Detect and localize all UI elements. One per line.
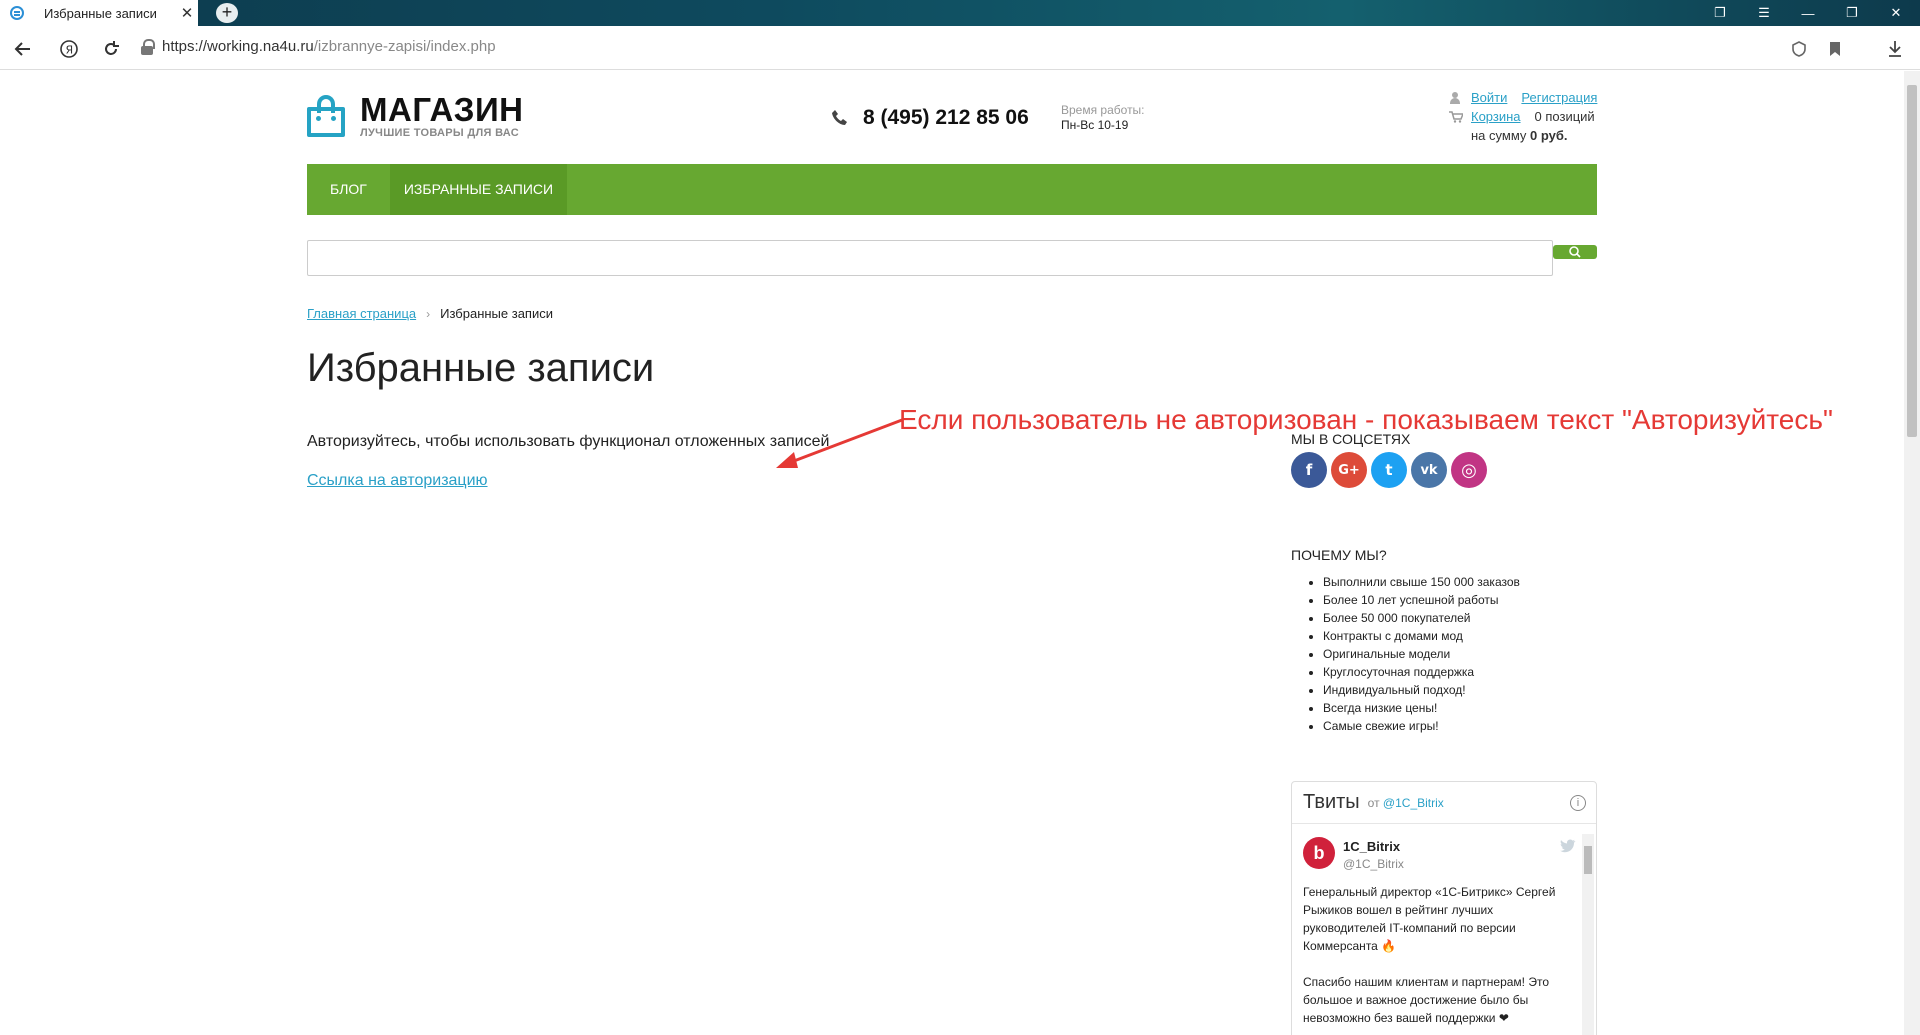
cart-count: 0 позиций [1534,109,1595,124]
facebook-icon[interactable]: f [1291,452,1327,488]
hours-label: Время работы: [1061,103,1145,117]
tweet-paragraph: Генеральный директор «1С-Битрикс» Сергей… [1303,885,1556,953]
lock-icon [140,38,155,55]
list-item: Всегда низкие цены! [1323,699,1597,717]
search-button[interactable] [1553,245,1597,259]
logo-name: МАГАЗИН [360,91,524,128]
auth-notice: Авторизуйтесь, чтобы использовать функци… [307,433,830,450]
search-input[interactable] [307,240,1553,276]
tabs-list-icon[interactable]: ❐ [1698,0,1742,26]
download-icon[interactable] [1882,36,1908,62]
breadcrumb: Главная страница › Избранные записи [307,306,553,321]
why-heading: Почему мы? [1291,547,1387,563]
twitter-widget: Твиты от @1C_Bitrix i b 1C_Bitrix @1C_Bi… [1291,781,1597,1035]
restore-icon[interactable]: ❐ [1830,0,1874,26]
main-menu: Блог Избранные записи [307,164,1597,215]
breadcrumb-separator-icon: › [426,306,431,321]
cart-sum-prefix: на сумму [1471,128,1527,143]
minimize-icon[interactable]: — [1786,0,1830,26]
search-icon [1569,246,1581,258]
twitter-widget-header: Твиты от @1C_Bitrix i [1292,782,1596,824]
instagram-icon[interactable]: ◎ [1451,452,1487,488]
cart-link[interactable]: Корзина [1471,107,1521,126]
browser-tab-bar: Избранные записи ✕ + ❐ ☰ — ❐ ✕ [0,0,1920,26]
url-host: https://working.na4u.ru [162,38,314,55]
content-container: МАГАЗИН ЛУЧШИЕ ТОВАРЫ ДЛЯ ВАС 8 (495) 21… [307,71,1597,1035]
why-us-block: Почему мы? Выполнили свыше 150 000 заказ… [1291,547,1597,735]
list-item: Круглосуточная поддержка [1323,663,1597,681]
work-hours: Время работы: Пн-Вс 10-19 [1061,103,1145,133]
list-item: Оригинальные модели [1323,645,1597,663]
social-links: f G+ t vk ◎ [1291,452,1491,488]
logo-tagline: ЛУЧШИЕ ТОВАРЫ ДЛЯ ВАС [360,127,519,139]
google-plus-icon[interactable]: G+ [1331,452,1367,488]
annotation-text: Если пользователь не авторизован - показ… [899,404,1833,435]
browser-tab[interactable]: Избранные записи ✕ [0,0,198,26]
page-title: Избранные записи [307,346,655,390]
phone-number: 8 (495) 212 85 06 [863,106,1029,129]
list-item: Более 10 лет успешной работы [1323,591,1597,609]
info-icon[interactable]: i [1570,795,1586,811]
breadcrumb-current: Избранные записи [440,306,553,321]
vk-icon[interactable]: vk [1411,452,1447,488]
url-path: /izbrannye-zapisi/index.php [313,38,496,55]
hours-value: Пн-Вс 10-19 [1061,118,1129,132]
twitter-widget-scrollbar[interactable] [1582,834,1594,1035]
annotation-arrow-icon [776,418,903,468]
back-icon[interactable] [10,36,36,62]
list-item: Самые свежие игры! [1323,717,1597,735]
bookmark-icon[interactable] [1822,36,1848,62]
svg-text:Я: Я [66,44,74,57]
twitter-widget-title: Твиты [1303,791,1360,813]
tweet-author-name[interactable]: 1C_Bitrix [1343,839,1400,854]
twitter-icon[interactable]: t [1371,452,1407,488]
tweet-author-handle[interactable]: @1C_Bitrix [1343,857,1404,871]
menu-item-blog[interactable]: Блог [307,164,390,215]
cart-sum: 0 руб. [1530,128,1568,143]
protect-icon[interactable] [1786,36,1812,62]
page-scrollbar[interactable] [1904,71,1920,1035]
twitter-by-prefix: от [1367,795,1380,810]
tweet-text: Генеральный директор «1С-Битрикс» Сергей… [1303,883,1575,1035]
list-item: Выполнили свыше 150 000 заказов [1323,573,1597,591]
shopping-bag-icon [307,95,345,137]
tab-title: Избранные записи [44,5,157,21]
user-block: Войти Регистрация Корзина 0 позиций на с… [1449,88,1597,145]
phone-icon [832,110,847,125]
close-window-icon[interactable]: ✕ [1874,0,1918,26]
menu-item-favorites[interactable]: Избранные записи [389,164,568,215]
address-bar: Я https://working.na4u.ru/izbrannye-zapi… [0,26,1920,70]
url-field[interactable]: https://working.na4u.ru/izbrannye-zapisi… [140,38,496,55]
twitter-bird-icon[interactable] [1560,839,1576,853]
yandex-icon[interactable]: Я [56,36,82,62]
tab-close-icon[interactable]: ✕ [176,4,198,22]
auth-link[interactable]: Ссылка на авторизацию [307,472,488,490]
site-logo[interactable]: МАГАЗИН ЛУЧШИЕ ТОВАРЫ ДЛЯ ВАС [307,93,524,139]
new-tab-button[interactable]: + [216,3,238,23]
page: МАГАЗИН ЛУЧШИЕ ТОВАРЫ ДЛЯ ВАС 8 (495) 21… [0,71,1904,1035]
cart-icon [1449,110,1463,123]
twitter-by-handle[interactable]: @1C_Bitrix [1383,796,1444,810]
login-link[interactable]: Войти [1471,88,1507,107]
list-item: Индивидуальный подход! [1323,681,1597,699]
menu-icon[interactable]: ☰ [1742,0,1786,26]
header-phone: 8 (495) 212 85 06 [831,106,1029,130]
twitter-widget-by: от @1C_Bitrix [1368,796,1444,810]
site-favicon-icon [10,6,24,20]
list-item: Более 50 000 покупателей [1323,609,1597,627]
user-icon [1449,91,1461,104]
list-item: Контракты с домами мод [1323,627,1597,645]
avatar[interactable]: b [1303,837,1335,869]
breadcrumb-home[interactable]: Главная страница [307,306,416,321]
reload-icon[interactable] [98,36,124,62]
why-list: Выполнили свыше 150 000 заказов Более 10… [1291,573,1597,735]
register-link[interactable]: Регистрация [1521,88,1597,107]
tweet-paragraph: Спасибо нашим клиентам и партнерам! Это … [1303,975,1549,1025]
